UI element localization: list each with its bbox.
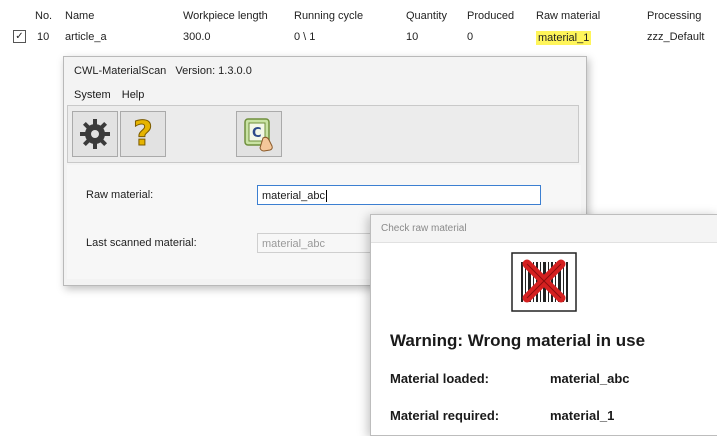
- help-button[interactable]: ?: [120, 111, 166, 157]
- check-raw-material-dialog: Check raw material Warning: Wrong materi…: [370, 214, 717, 436]
- warning-heading: Warning: Wrong material in use: [390, 331, 646, 350]
- gear-icon: [80, 119, 110, 149]
- col-header-name[interactable]: Name: [65, 10, 94, 22]
- text-caret: [325, 190, 327, 203]
- app-name: CWL-MaterialScan: [74, 65, 167, 77]
- cell-workpiece-length: 300.0: [183, 31, 211, 43]
- col-header-raw-material[interactable]: Raw material: [536, 10, 600, 22]
- col-header-quantity[interactable]: Quantity: [406, 10, 447, 22]
- toolbar: ? C: [67, 105, 579, 163]
- cell-raw-material: material_1: [536, 31, 592, 45]
- material-required-value: material_1: [550, 408, 615, 423]
- cell-running-cycle: 0 \ 1: [294, 31, 316, 43]
- col-header-workpiece-length[interactable]: Workpiece length: [183, 10, 268, 22]
- svg-text:C: C: [252, 126, 262, 141]
- barcode-scan-icon: C: [244, 118, 273, 152]
- row-checkbox[interactable]: ✓: [13, 30, 26, 43]
- col-header-running-cycle[interactable]: Running cycle: [294, 10, 363, 22]
- dialog-title: Check raw material: [371, 215, 717, 243]
- cell-processing: zzz_Default: [647, 31, 705, 43]
- menu-bar: System Help: [70, 89, 148, 101]
- last-scanned-field: material_abc: [257, 233, 387, 253]
- raw-material-label: Raw material:: [86, 189, 154, 201]
- order-table: No. Name Workpiece length Running cycle …: [0, 0, 717, 48]
- question-mark-icon: ?: [133, 114, 154, 155]
- raw-material-input[interactable]: material_abc: [257, 185, 541, 205]
- menu-help[interactable]: Help: [122, 89, 145, 101]
- error-barcode-icon: [511, 252, 577, 312]
- cell-no: 10: [37, 31, 50, 43]
- window-title: CWL-MaterialScan Version: 1.3.0.0: [74, 65, 258, 77]
- menu-system[interactable]: System: [74, 89, 111, 101]
- cell-produced: 0: [467, 31, 474, 43]
- raw-material-value: material_abc: [262, 190, 325, 202]
- material-required-label: Material required:: [390, 408, 500, 423]
- col-header-produced[interactable]: Produced: [467, 10, 514, 22]
- version-label: Version: 1.3.0.0: [175, 65, 252, 77]
- last-scanned-value: material_abc: [262, 238, 325, 250]
- cell-quantity: 10: [406, 31, 419, 43]
- cell-name: article_a: [65, 31, 107, 43]
- settings-button[interactable]: [72, 111, 118, 157]
- col-header-processing[interactable]: Processing: [647, 10, 701, 22]
- last-scanned-label: Last scanned material:: [86, 237, 197, 249]
- scan-button[interactable]: C: [236, 111, 282, 157]
- material-loaded-label: Material loaded:: [390, 371, 489, 386]
- material-loaded-value: material_abc: [550, 371, 630, 386]
- col-header-no[interactable]: No.: [35, 10, 52, 22]
